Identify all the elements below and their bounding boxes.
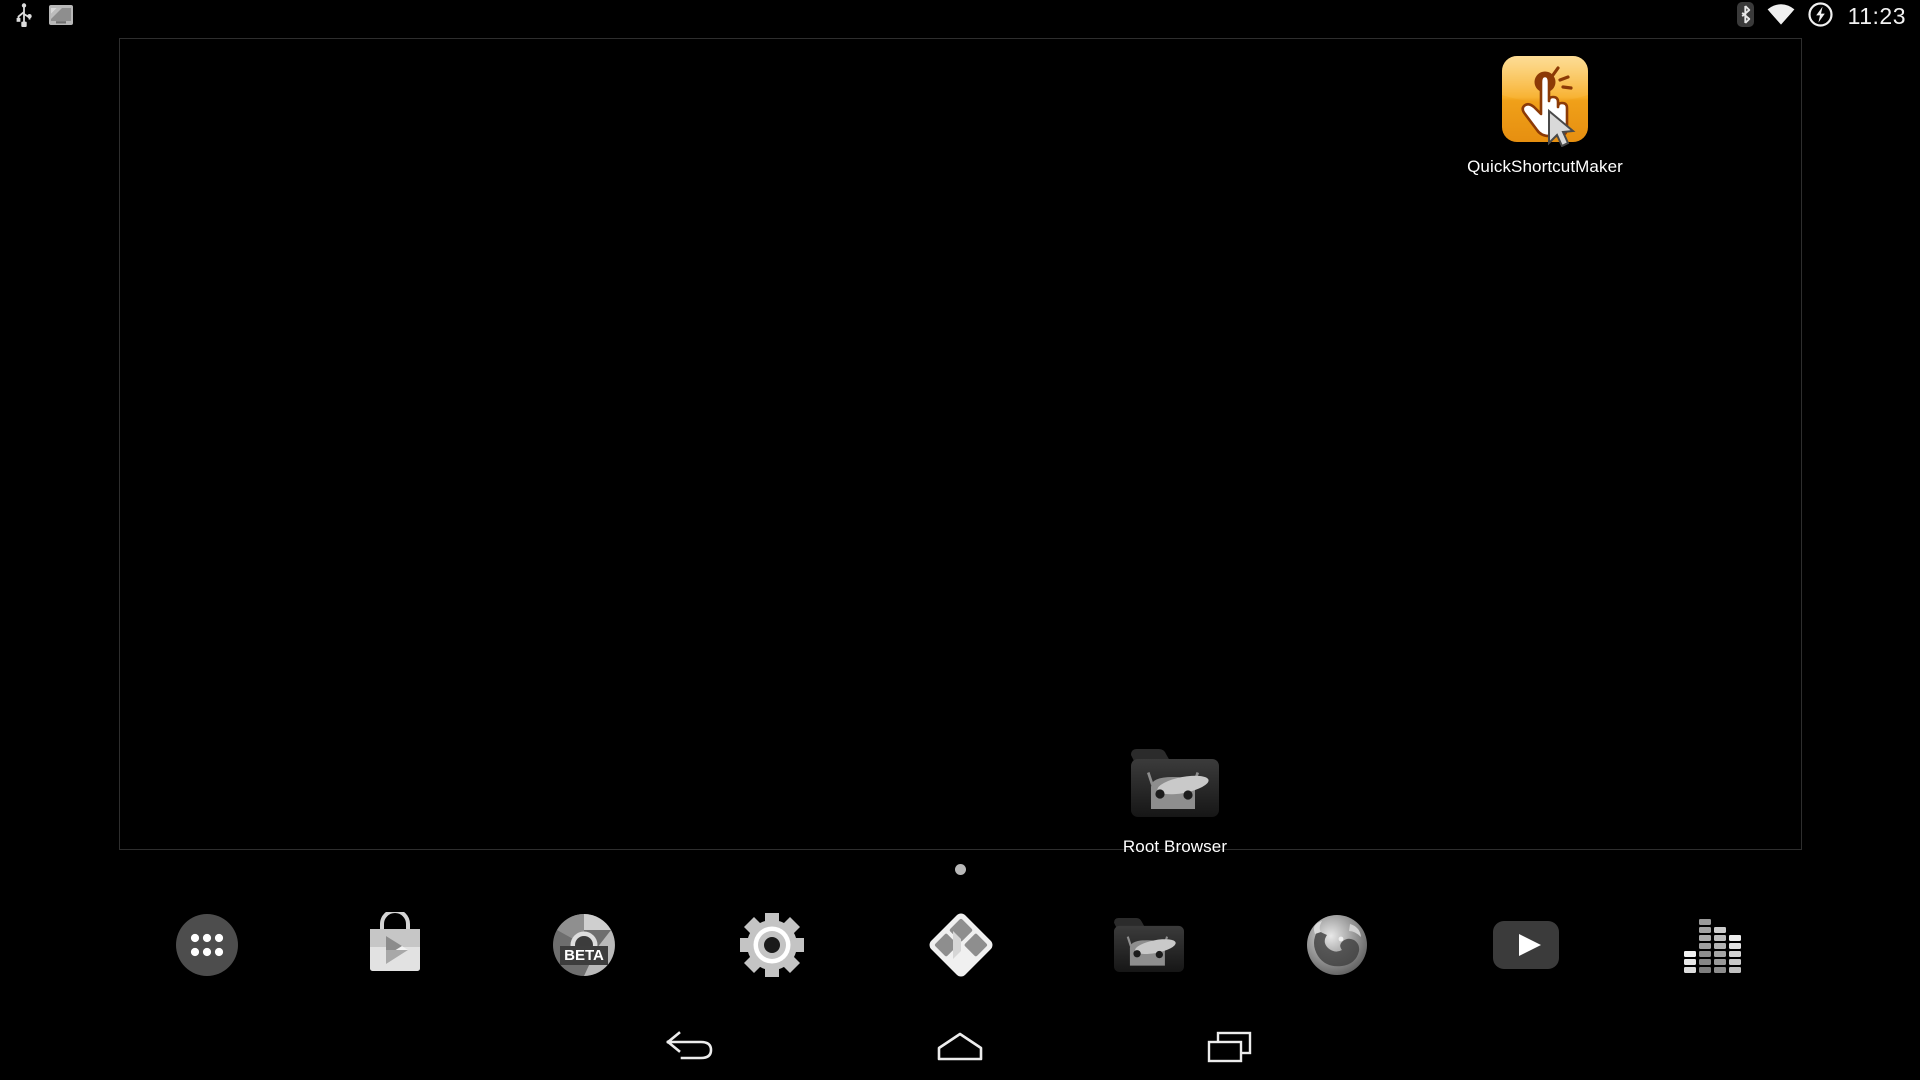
page-dot[interactable] bbox=[954, 864, 966, 875]
dock-item-play-store[interactable] bbox=[347, 899, 443, 995]
shortcut-quickshortcutmaker[interactable]: QuickShortcutMaker bbox=[1450, 51, 1640, 177]
workspace-page[interactable]: QuickShortcutMaker Root Browser bbox=[119, 38, 1802, 856]
settings-gear-icon bbox=[738, 911, 806, 984]
status-bar-right-icons: 11:23 bbox=[1736, 2, 1906, 32]
equalizer-icon bbox=[1683, 913, 1745, 982]
dock-item-app-drawer[interactable] bbox=[159, 899, 255, 995]
root-browser-folder-icon bbox=[1125, 739, 1225, 827]
kodi-icon bbox=[925, 909, 997, 986]
nav-button-home[interactable] bbox=[900, 1023, 1020, 1075]
recents-icon bbox=[1205, 1030, 1255, 1069]
charging-bolt-icon bbox=[1808, 2, 1833, 32]
quickshortcutmaker-icon bbox=[1497, 51, 1593, 148]
shortcut-root-browser[interactable]: Root Browser bbox=[1080, 739, 1270, 857]
usb-icon bbox=[14, 2, 34, 32]
home-icon bbox=[935, 1030, 985, 1069]
page-indicator bbox=[0, 864, 1920, 875]
youtube-icon bbox=[1492, 920, 1559, 974]
bluetooth-icon bbox=[1736, 2, 1754, 32]
dock-item-youtube[interactable] bbox=[1478, 899, 1574, 995]
shortcut-label: Root Browser bbox=[1122, 837, 1228, 856]
dock-item-kodi[interactable] bbox=[913, 899, 1009, 995]
dock-item-firefox[interactable] bbox=[1289, 899, 1385, 995]
firefox-icon bbox=[1302, 910, 1372, 985]
dock-item-poweramp[interactable] bbox=[1666, 899, 1762, 995]
dock-item-root-browser[interactable] bbox=[1101, 899, 1197, 995]
android-home-screen: 11:23 QuickShortcutMaker Root Browser BE… bbox=[0, 0, 1920, 1080]
wifi-icon bbox=[1767, 3, 1795, 31]
navigation-bar bbox=[0, 1018, 1920, 1080]
chrome-beta-badge-label: BETA bbox=[564, 947, 604, 964]
nav-button-back[interactable] bbox=[630, 1023, 750, 1075]
status-bar: 11:23 bbox=[0, 0, 1920, 34]
status-bar-left-icons bbox=[14, 2, 74, 32]
dock: BETA bbox=[119, 888, 1802, 1006]
root-browser-folder-icon bbox=[1109, 910, 1189, 985]
nav-button-recents[interactable] bbox=[1170, 1023, 1290, 1075]
app-drawer-icon bbox=[176, 913, 238, 981]
screenshot-notification-icon bbox=[48, 4, 74, 31]
shortcut-label: QuickShortcutMaker bbox=[1467, 157, 1623, 176]
dock-item-chrome-beta[interactable]: BETA bbox=[536, 899, 632, 995]
chrome-beta-icon: BETA bbox=[549, 910, 619, 985]
dock-item-settings[interactable] bbox=[724, 899, 820, 995]
status-bar-clock: 11:23 bbox=[1847, 2, 1906, 29]
back-arrow-icon bbox=[665, 1030, 715, 1069]
play-store-icon bbox=[362, 908, 428, 983]
